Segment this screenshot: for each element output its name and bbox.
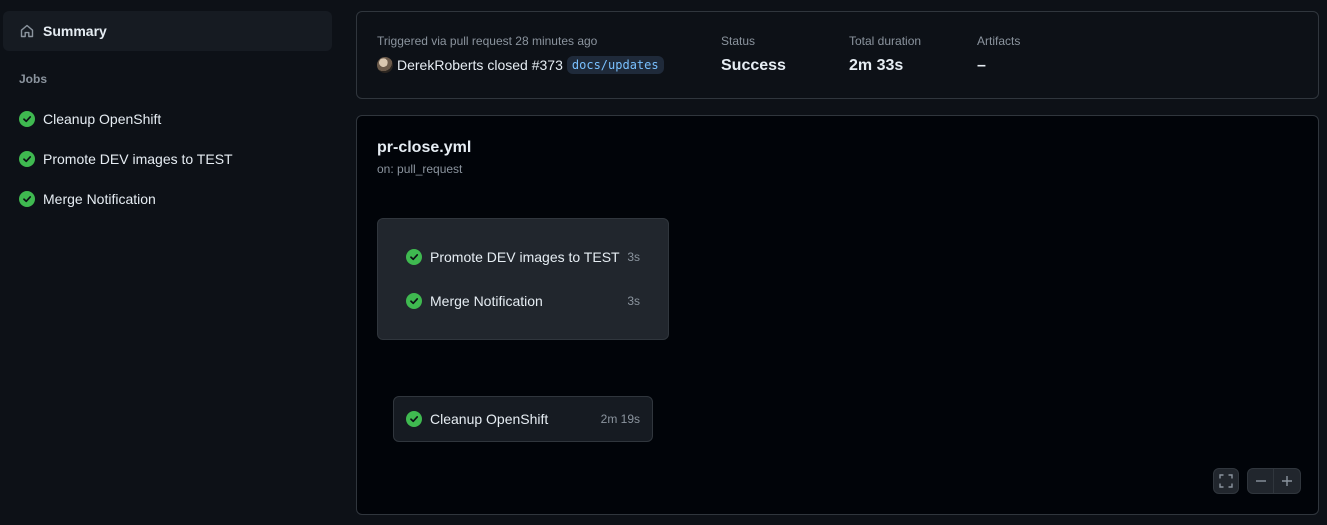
home-icon — [20, 24, 34, 38]
workflow-graph-panel: pr-close.yml on: pull_request Promote DE… — [356, 115, 1319, 515]
graph-job-label: Merge Notification — [430, 293, 543, 309]
avatar[interactable] — [377, 57, 393, 73]
graph-job-label: Cleanup OpenShift — [430, 411, 549, 427]
zoom-controls — [1247, 468, 1301, 494]
check-circle-icon — [406, 249, 422, 265]
job-label: Promote DEV images to TEST — [43, 151, 233, 167]
sidebar-job-promote-dev[interactable]: Promote DEV images to TEST — [3, 143, 332, 175]
pr-action-link[interactable]: closed #373 — [487, 57, 563, 73]
check-circle-icon — [19, 111, 35, 127]
summary-label: Summary — [43, 23, 107, 39]
status-value: Success — [721, 57, 786, 74]
artifacts-column: Artifacts – — [977, 34, 1020, 75]
graph-job-duration: 3s — [627, 294, 640, 308]
check-circle-icon — [406, 411, 422, 427]
check-circle-icon — [19, 151, 35, 167]
sidebar: Summary Jobs Cleanup OpenShift Promote D… — [0, 0, 340, 525]
sidebar-job-merge-notification[interactable]: Merge Notification — [3, 183, 332, 215]
graph-job-label: Promote DEV images to TEST — [430, 249, 620, 265]
trigger-text: Triggered via pull request 28 minutes ag… — [377, 34, 598, 48]
plus-icon — [1282, 476, 1292, 486]
zoom-in-button[interactable] — [1274, 469, 1300, 493]
minus-icon — [1255, 480, 1266, 482]
workflow-trigger: on: pull_request — [377, 162, 463, 176]
job-group: Promote DEV images to TEST 3s Merge Noti… — [377, 218, 669, 340]
zoom-out-button[interactable] — [1248, 469, 1274, 493]
fullscreen-button[interactable] — [1213, 468, 1239, 494]
sidebar-job-cleanup-openshift[interactable]: Cleanup OpenShift — [3, 103, 332, 135]
check-circle-icon — [19, 191, 35, 207]
trigger-row: DerekRoberts closed #373 docs/updates — [377, 56, 664, 74]
check-circle-icon — [406, 293, 422, 309]
graph-job-merge-notification[interactable]: Merge Notification 3s — [406, 291, 640, 311]
duration-column: Total duration 2m 33s — [849, 34, 921, 75]
duration-value: 2m 33s — [849, 57, 904, 74]
jobs-heading: Jobs — [19, 72, 48, 86]
artifacts-value: – — [977, 57, 986, 74]
duration-label: Total duration — [849, 34, 922, 48]
fullscreen-icon — [1219, 474, 1233, 488]
job-label: Merge Notification — [43, 191, 156, 207]
actor-link[interactable]: DerekRoberts — [397, 57, 483, 73]
job-label: Cleanup OpenShift — [43, 111, 162, 127]
graph-job-duration: 2m 19s — [600, 412, 640, 426]
graph-job-duration: 3s — [627, 250, 640, 264]
artifacts-label: Artifacts — [977, 34, 1021, 48]
graph-job-cleanup-openshift[interactable]: Cleanup OpenShift 2m 19s — [393, 396, 653, 442]
workflow-name: pr-close.yml — [377, 139, 472, 156]
trigger-info: Triggered via pull request 28 minutes ag… — [377, 34, 664, 74]
sidebar-summary-link[interactable]: Summary — [3, 11, 332, 51]
graph-job-promote-dev[interactable]: Promote DEV images to TEST 3s — [406, 247, 640, 267]
status-column: Status Success — [721, 34, 786, 75]
branch-badge[interactable]: docs/updates — [566, 56, 664, 74]
run-summary-panel: Triggered via pull request 28 minutes ag… — [356, 11, 1319, 99]
status-label: Status — [721, 34, 756, 48]
